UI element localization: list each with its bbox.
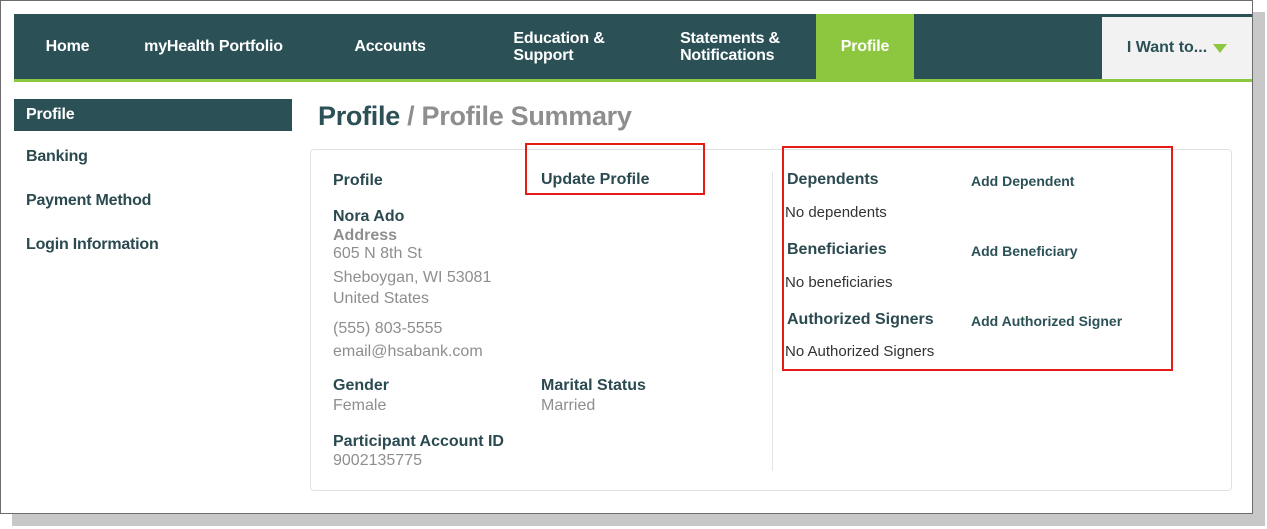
i-want-to-dropdown[interactable]: I Want to... (1102, 17, 1252, 79)
page-title: Profile / Profile Summary (318, 101, 632, 132)
profile-name: Nora Ado (333, 208, 405, 225)
participant-account-id-label: Participant Account ID (333, 433, 504, 450)
address-line-2: Sheboygan, WI 53081 (333, 269, 492, 286)
nav-myhealth-portfolio[interactable]: myHealth Portfolio (121, 14, 306, 79)
nav-education-support[interactable]: Education & Support (474, 14, 644, 79)
sidebar: Profile Banking Payment Method Login Inf… (14, 99, 292, 257)
email-address: email@hsabank.com (333, 343, 483, 360)
card-divider (772, 172, 773, 471)
marital-status-value: Married (541, 397, 596, 414)
marital-status-label: Marital Status (541, 377, 646, 394)
phone-number: (555) 803-5555 (333, 320, 443, 337)
address-label: Address (333, 227, 398, 244)
gender-label: Gender (333, 377, 390, 394)
address-line-3: United States (333, 290, 430, 307)
gender-value: Female (333, 397, 387, 414)
top-navigation: Home myHealth Portfolio Accounts Educati… (14, 14, 1252, 82)
sidebar-item-banking[interactable]: Banking (14, 145, 292, 169)
i-want-to-label: I Want to... (1126, 39, 1208, 56)
page-title-main: Profile (318, 101, 400, 131)
nav-home[interactable]: Home (14, 14, 121, 79)
highlight-related-people (782, 146, 1173, 371)
sidebar-item-profile[interactable]: Profile (14, 99, 292, 131)
chevron-down-icon (1213, 43, 1228, 53)
nav-profile[interactable]: Profile (816, 14, 914, 79)
nav-education-support-label: Education & Support (513, 29, 605, 64)
profile-heading: Profile (333, 172, 383, 189)
sidebar-item-payment-method[interactable]: Payment Method (14, 189, 292, 213)
nav-accounts[interactable]: Accounts (306, 14, 474, 79)
nav-statements-notifications-label: Statements & Notifications (680, 29, 780, 64)
page-title-separator: / (399, 101, 422, 131)
address-line-1: 605 N 8th St (333, 245, 422, 262)
sidebar-item-login-information[interactable]: Login Information (14, 233, 292, 257)
highlight-update-profile (525, 143, 705, 195)
page-title-subtitle: Profile Summary (421, 101, 632, 131)
nav-statements-notifications[interactable]: Statements & Notifications (644, 14, 816, 79)
participant-account-id-value: 9002135775 (333, 452, 422, 469)
